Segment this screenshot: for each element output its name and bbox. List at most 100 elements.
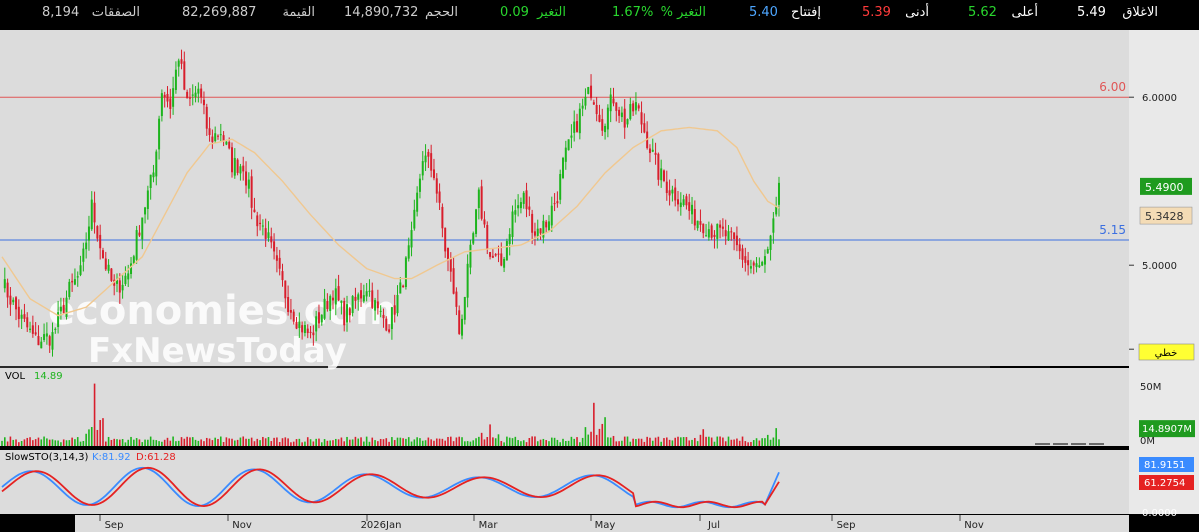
volume-bar [433,440,435,446]
volume-bar [360,437,362,446]
candle-body [360,290,363,299]
horizontal-level-label: 5.15 [1099,223,1126,237]
candle-body [654,152,657,155]
volume-bar [385,438,388,446]
candle-body [242,165,245,172]
candle-body [118,280,121,293]
volume-bar [82,440,85,446]
candle-body [752,262,755,266]
candle-body [40,341,43,349]
candle-body [702,223,705,234]
volume-bar [329,440,331,446]
candle-body [29,328,32,330]
candle-body [396,295,399,314]
volume-bar [657,436,660,446]
volume-bar [318,438,320,446]
volume-bar [674,437,676,446]
volume-bar [382,439,385,446]
volume-bar [177,440,180,446]
volume-bar [475,438,477,446]
volume-bar [4,437,6,446]
candle-body [559,174,562,200]
volume-bar [116,439,118,446]
volume-bar [203,441,205,446]
volume-bar [264,438,267,446]
candle-body [693,209,696,226]
volume-bar [304,441,306,446]
volume-bar [542,438,545,446]
candle-body [618,109,621,116]
candle-body [368,290,371,292]
volume-bar [399,437,402,446]
volume-bar [225,437,228,446]
candle-body [284,280,287,299]
stock-chart[interactable]: economies.comFxNewsToday6.005.156.00005.… [0,28,1199,532]
candle-body [578,108,581,134]
candle-body [503,258,506,268]
volume-bar [323,439,326,446]
volume-bar [761,438,763,446]
volume-bar [472,440,475,446]
volume-bar [691,439,693,446]
volume-bar [441,438,444,446]
x-axis-label: Sep [837,520,856,531]
candle-body [382,314,385,319]
candle-body [337,286,340,301]
volume-bar [752,440,755,446]
candle-body [735,235,738,246]
candle-body [177,60,180,67]
candle-body [211,136,214,143]
candle-body [99,234,102,249]
candle-body [749,266,752,269]
volume-bar [584,427,587,446]
volume-bar [12,439,15,446]
candle-body [259,222,262,225]
volume-bar [466,441,469,446]
candle-body [662,170,665,182]
volume-bar [396,437,399,446]
candle-body [183,61,186,90]
volume-bar [427,437,430,446]
candle-body [214,133,217,141]
candle-body [463,296,466,320]
volume-bar [708,436,710,446]
candle-body [219,134,222,136]
x-axis-label: Jul [707,520,720,531]
candle-body [637,105,640,109]
candle-body [295,322,298,329]
volume-bar [363,441,365,446]
candle-body [101,250,104,259]
stat-label: التغير % [660,5,706,20]
candle-body [48,336,51,346]
volume-bar [267,437,270,446]
candle-body [188,97,191,99]
candle-body [51,332,54,350]
volume-bar [200,439,202,446]
scale-mode-label: خطي [1155,348,1178,359]
volume-bar [424,440,427,446]
volume-bar [553,437,556,446]
volume-bar [736,438,738,446]
volume-bar [43,436,45,446]
volume-bar [508,437,511,446]
volume-bar [517,440,519,446]
candle-body [253,209,256,213]
volume-bar [478,436,480,446]
volume-bar [722,437,724,446]
candle-body [545,221,548,228]
volume-bar [270,441,273,446]
last-price-label: 5.4900 [1145,181,1184,194]
candle-body [587,87,590,94]
candle-body [733,232,736,239]
volume-bar [601,423,604,446]
volume-bar [18,442,20,446]
x-axis-label: 2026Jan [361,520,402,531]
volume-bar [205,437,208,446]
candle-body [90,199,93,230]
volume-bar [550,437,553,446]
volume-bar [141,442,144,446]
candle-body [677,199,680,205]
volume-bar [312,441,315,446]
candle-body [146,190,149,209]
volume-panel-bg [0,368,1129,446]
